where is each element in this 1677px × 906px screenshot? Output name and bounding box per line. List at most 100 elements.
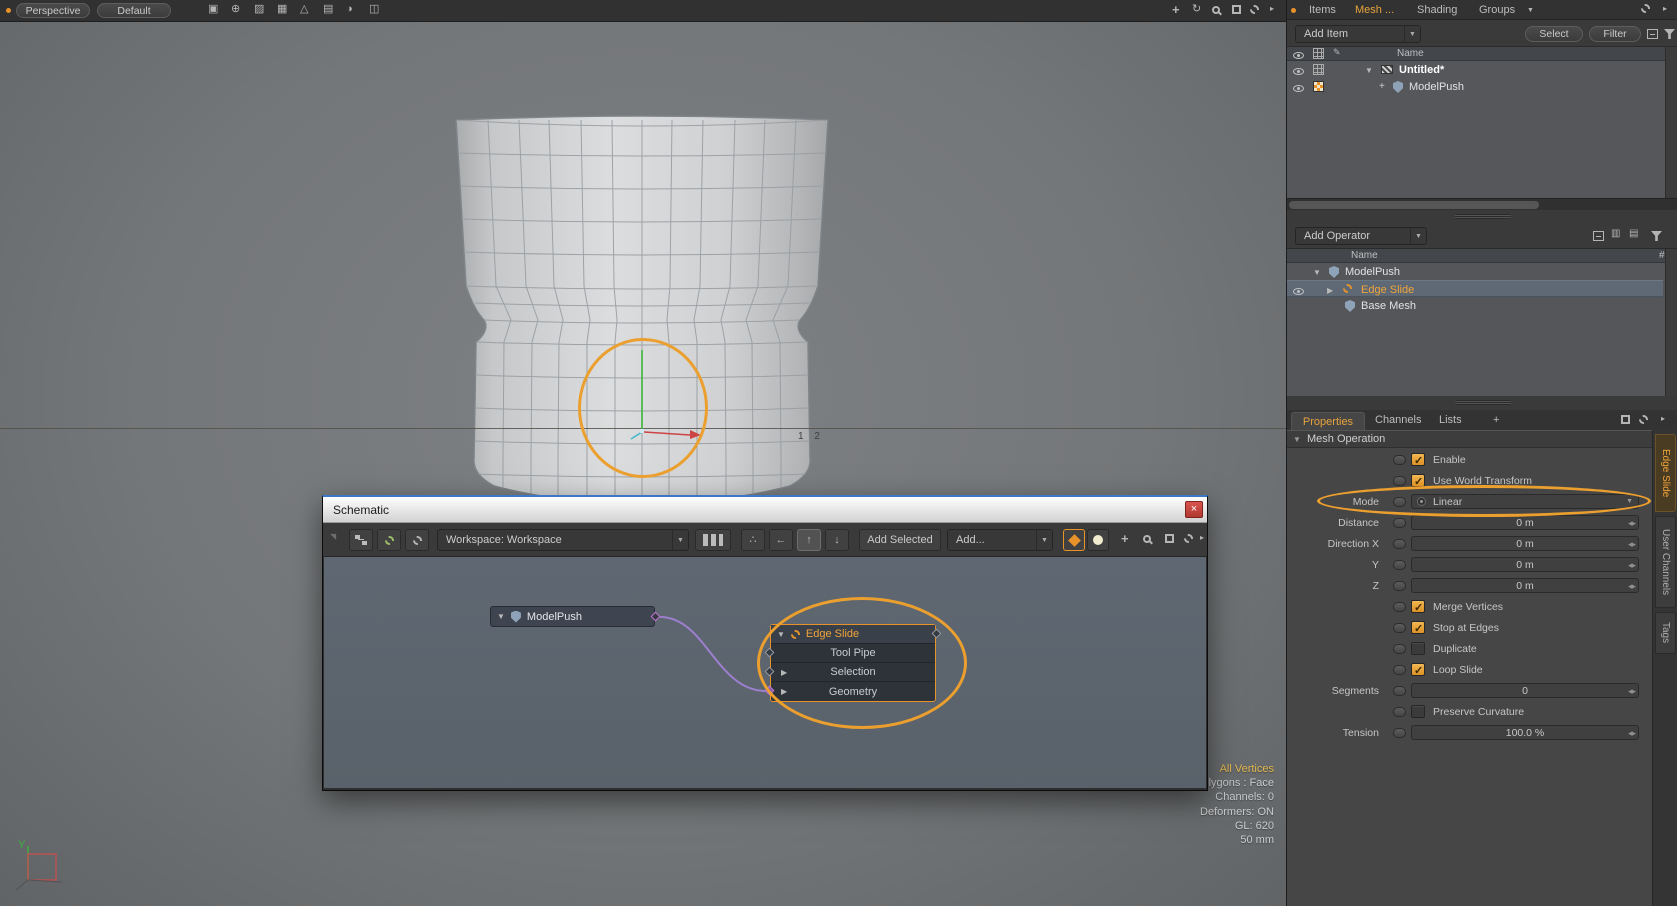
collapse-triangle-icon[interactable]: ▼ bbox=[1293, 435, 1301, 444]
rotate-icon[interactable]: ↻ bbox=[1192, 4, 1201, 15]
add-operator-dropdown[interactable]: Add Operator ▼ bbox=[1295, 227, 1427, 245]
y-key-pill[interactable] bbox=[1393, 560, 1406, 570]
direction-x-spinner[interactable]: ◂▸ bbox=[1628, 539, 1635, 550]
side-tab-edge-slide[interactable]: Edge Slide bbox=[1655, 434, 1676, 512]
maximize-icon[interactable] bbox=[1232, 5, 1241, 14]
count-column-header[interactable]: # bbox=[1659, 250, 1665, 261]
list-view-icon[interactable]: ▤ bbox=[1629, 229, 1638, 239]
circle-swatch-button[interactable] bbox=[1087, 529, 1109, 551]
z-spinner[interactable]: ◂▸ bbox=[1628, 581, 1635, 592]
direction-x-field[interactable]: 0 m◂▸ bbox=[1411, 536, 1639, 551]
operator-list-vertical-scrollbar[interactable] bbox=[1665, 249, 1677, 397]
node-row-selection[interactable]: ▶ Selection bbox=[771, 663, 935, 682]
node-edge-slide[interactable]: ▼ Edge Slide Tool Pipe ▶ Selection ▶ Geo… bbox=[770, 624, 936, 702]
scrollbar-thumb[interactable] bbox=[1289, 201, 1539, 209]
collapse-triangle-icon[interactable]: ▼ bbox=[1365, 66, 1373, 75]
node-edge-slide-header[interactable]: ▼ Edge Slide bbox=[771, 625, 935, 644]
expand-triangle-icon[interactable]: ▶ bbox=[1327, 286, 1333, 295]
z-field[interactable]: 0 m◂▸ bbox=[1411, 578, 1639, 593]
chevron-right-icon[interactable]: ▸ bbox=[1200, 534, 1204, 542]
close-button[interactable]: × bbox=[1185, 501, 1203, 518]
add-selected-button[interactable]: Add Selected bbox=[859, 529, 941, 551]
card-view-icon[interactable]: ▥ bbox=[1611, 229, 1620, 239]
auto-arrange-button[interactable]: ∴ bbox=[741, 529, 765, 551]
enable-key-pill[interactable] bbox=[1393, 455, 1406, 465]
contrast-icon[interactable]: ◑ bbox=[346, 4, 353, 15]
merge-vertices-key-pill[interactable] bbox=[1393, 602, 1406, 612]
hatch-icon[interactable]: ▨ bbox=[254, 4, 264, 15]
columns-icon[interactable]: ◫ bbox=[369, 4, 379, 15]
tab-channels[interactable]: Channels bbox=[1375, 414, 1421, 426]
expand-triangle-icon[interactable]: ▶ bbox=[781, 687, 787, 696]
preserve-curvature-checkbox[interactable] bbox=[1411, 705, 1425, 718]
diamond-swatch-button[interactable] bbox=[1063, 529, 1085, 551]
gear-add-button[interactable] bbox=[377, 529, 401, 551]
chevron-right-icon[interactable]: ▸ bbox=[1661, 415, 1665, 423]
funnel-icon[interactable] bbox=[1651, 231, 1662, 241]
zoom-icon[interactable] bbox=[1212, 6, 1220, 14]
tab-items[interactable]: Items bbox=[1309, 4, 1336, 16]
transform-gizmo[interactable] bbox=[560, 334, 720, 464]
operator-row-modelpush[interactable]: ▼ ModelPush bbox=[1287, 263, 1663, 280]
item-list-vertical-scrollbar[interactable] bbox=[1665, 47, 1677, 199]
divider-grip[interactable] bbox=[1455, 214, 1511, 219]
expand-triangle-icon[interactable]: ▶ bbox=[781, 668, 787, 677]
tension-key-pill[interactable] bbox=[1393, 728, 1406, 738]
maximize-icon[interactable] bbox=[1621, 415, 1630, 424]
panel-grip-dot[interactable] bbox=[6, 8, 11, 13]
panel-grip-dot[interactable] bbox=[1291, 8, 1296, 13]
add-dropdown[interactable]: Add... ▼ bbox=[947, 529, 1053, 551]
operator-row-edge-slide[interactable]: ▶ Edge Slide bbox=[1287, 280, 1663, 297]
collapse-triangle-icon[interactable]: ▼ bbox=[497, 612, 505, 621]
zoom-icon[interactable] bbox=[1143, 535, 1151, 543]
node-modelpush[interactable]: ▼ ModelPush bbox=[490, 606, 655, 627]
tab-mesh[interactable]: Mesh ... bbox=[1355, 4, 1394, 16]
gear-cycle-button[interactable] bbox=[405, 529, 429, 551]
globe-icon[interactable]: ⊕ bbox=[231, 4, 240, 15]
gear-icon[interactable] bbox=[1639, 415, 1648, 424]
eye-icon[interactable] bbox=[1293, 85, 1304, 92]
tab-properties[interactable]: Properties bbox=[1291, 412, 1365, 430]
mesh-model[interactable] bbox=[440, 110, 850, 540]
tab-shading[interactable]: Shading bbox=[1417, 4, 1457, 16]
tab-lists[interactable]: Lists bbox=[1439, 414, 1462, 426]
grid-icon[interactable] bbox=[1313, 64, 1324, 75]
filter-button[interactable]: Filter bbox=[1589, 26, 1641, 42]
tension-field[interactable]: 100.0 %◂▸ bbox=[1411, 725, 1639, 740]
gear-icon[interactable] bbox=[1184, 534, 1193, 543]
default-shading-button[interactable]: Default bbox=[97, 3, 171, 18]
mode-key-pill[interactable] bbox=[1393, 497, 1406, 507]
z-key-pill[interactable] bbox=[1393, 581, 1406, 591]
workspace-dropdown[interactable]: Workspace: Workspace ▼ bbox=[437, 529, 689, 551]
loop-slide-key-pill[interactable] bbox=[1393, 665, 1406, 675]
direction-x-key-pill[interactable] bbox=[1393, 539, 1406, 549]
chevron-right-icon[interactable]: ▸ bbox=[1663, 5, 1667, 13]
mesh-operation-section-header[interactable]: ▼ Mesh Operation bbox=[1287, 431, 1652, 448]
triangle-icon[interactable]: △ bbox=[300, 4, 308, 15]
side-tab-user-channels[interactable]: User Channels bbox=[1655, 516, 1676, 608]
chevron-right-icon[interactable]: ▸ bbox=[1270, 5, 1274, 13]
segments-spinner[interactable]: ◂▸ bbox=[1628, 686, 1635, 697]
gear-icon[interactable] bbox=[1641, 4, 1650, 13]
distance-key-pill[interactable] bbox=[1393, 518, 1406, 528]
operator-row-base-mesh[interactable]: Base Mesh bbox=[1287, 297, 1663, 314]
divider-grip[interactable] bbox=[1455, 400, 1511, 405]
eye-icon[interactable] bbox=[1293, 68, 1304, 75]
move-up-button[interactable]: ↑ bbox=[797, 529, 821, 551]
y-field[interactable]: 0 m◂▸ bbox=[1411, 557, 1639, 572]
tab-groups[interactable]: Groups bbox=[1479, 4, 1515, 16]
gear-icon[interactable] bbox=[1250, 5, 1259, 14]
use-world-transform-checkbox[interactable] bbox=[1411, 474, 1425, 487]
select-button[interactable]: Select bbox=[1525, 26, 1583, 42]
segments-key-pill[interactable] bbox=[1393, 686, 1406, 696]
section-divider[interactable] bbox=[1287, 396, 1677, 410]
item-list-horizontal-scrollbar[interactable] bbox=[1287, 198, 1677, 210]
rows-icon[interactable]: ▤ bbox=[323, 4, 333, 15]
loop-slide-checkbox[interactable] bbox=[1411, 663, 1425, 676]
maximize-icon[interactable] bbox=[1165, 534, 1174, 543]
grid-icon[interactable]: ▦ bbox=[277, 4, 287, 15]
add-tab-button[interactable]: + bbox=[1493, 414, 1499, 426]
segments-field[interactable]: 0◂▸ bbox=[1411, 683, 1639, 698]
preserve-curvature-key-pill[interactable] bbox=[1393, 707, 1406, 717]
enable-checkbox[interactable] bbox=[1411, 453, 1425, 466]
